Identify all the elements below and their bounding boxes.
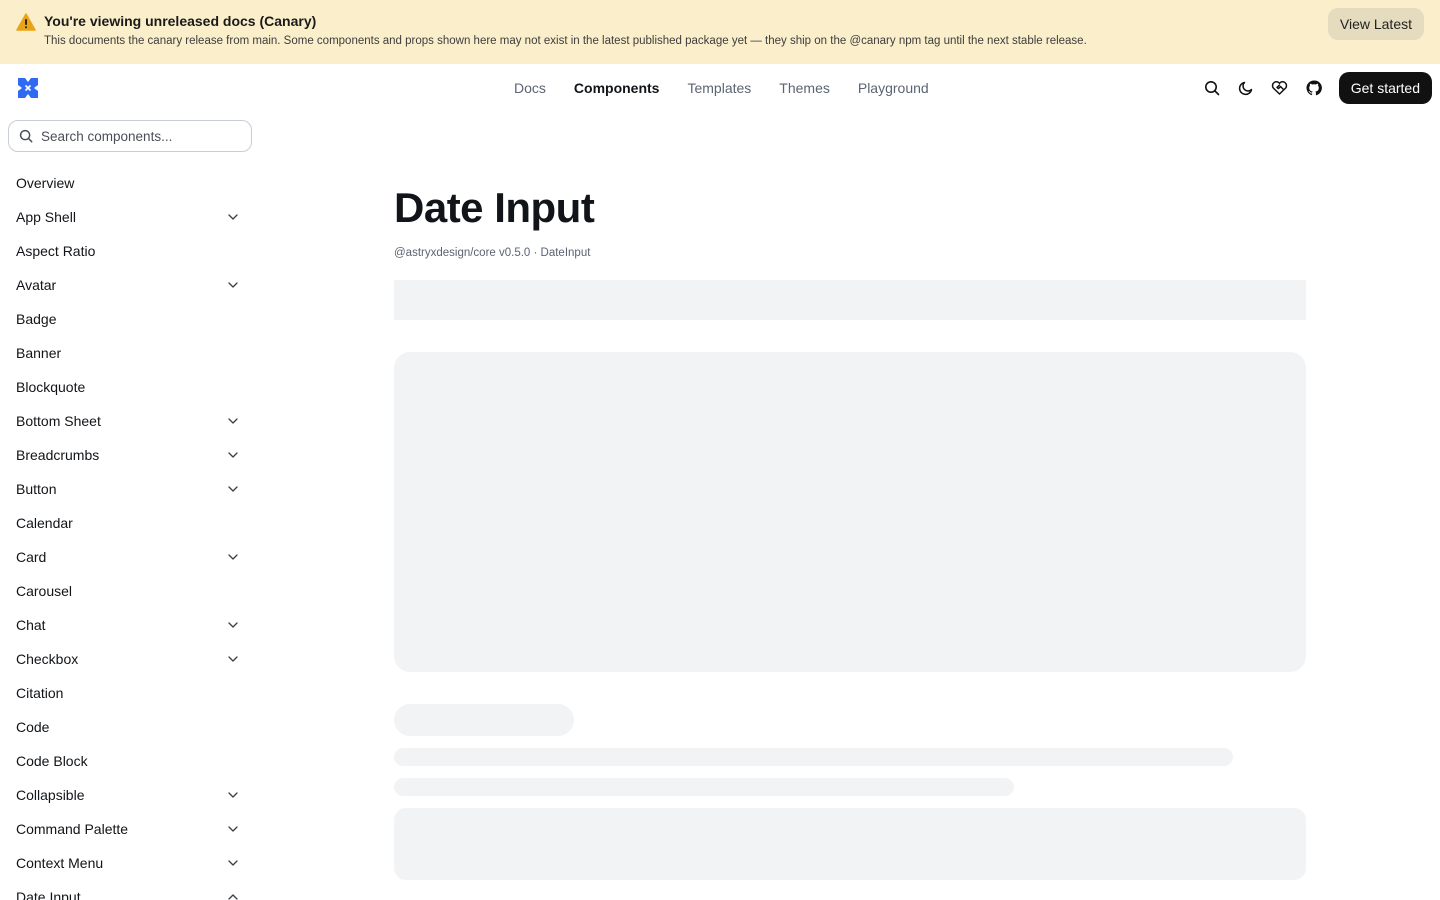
loading-skeleton-preview [394, 352, 1306, 672]
chevron-down-icon [228, 452, 238, 458]
package-meta: @astryxdesign/core v0.5.0 · DateInput [394, 247, 591, 259]
banner-title: You're viewing unreleased docs (Canary) [44, 13, 317, 29]
sidebar-item-calendar[interactable]: Calendar [0, 506, 260, 540]
sidebar-item-label: Card [16, 549, 47, 565]
sidebar-item-label: Breadcrumbs [16, 447, 100, 463]
sidebar-item-avatar[interactable]: Avatar [0, 268, 260, 302]
loading-skeleton-heading [394, 704, 574, 736]
view-latest-button[interactable]: View Latest [1327, 8, 1424, 40]
main-content: Date Input @astryxdesign/core v0.5.0 · D… [394, 112, 1306, 900]
top-header: Docs Components Templates Themes Playgro… [0, 64, 1440, 112]
loading-skeleton-line [394, 778, 1014, 796]
search-icon [19, 129, 33, 143]
sidebar-item-aspect-ratio[interactable]: Aspect Ratio [0, 234, 260, 268]
sidebar-item-label: Context Menu [16, 855, 104, 871]
sidebar-item-label: Date Input [16, 889, 81, 900]
sponsor-button[interactable] [1263, 72, 1297, 104]
theme-toggle-button[interactable] [1229, 72, 1263, 104]
nav-playground[interactable]: Playground [858, 80, 929, 96]
sidebar-nav-list: Overview App Shell Aspect Ratio Avatar Badge… [0, 166, 260, 900]
get-started-button[interactable]: Get started [1338, 72, 1432, 104]
sidebar-item-command-palette[interactable]: Command Palette [0, 812, 260, 846]
logo-icon[interactable] [16, 76, 40, 100]
sidebar-item-label: Aspect Ratio [16, 243, 96, 259]
loading-skeleton-block [394, 808, 1306, 880]
component-search[interactable] [8, 120, 252, 152]
github-icon [1306, 80, 1322, 96]
main-nav: Docs Components Templates Themes Playgro… [514, 80, 929, 96]
sidebar-item-label: Badge [16, 311, 57, 327]
sidebar-item-citation[interactable]: Citation [0, 676, 260, 710]
sidebar-item-bottom-sheet[interactable]: Bottom Sheet [0, 404, 260, 438]
chevron-down-icon [228, 792, 238, 798]
sidebar-item-label: Banner [16, 345, 62, 361]
canary-banner: You're viewing unreleased docs (Canary) … [0, 0, 1440, 64]
sidebar-item-label: Avatar [16, 277, 57, 293]
sidebar-item-label: App Shell [16, 209, 76, 225]
nav-docs[interactable]: Docs [514, 80, 546, 96]
nav-components[interactable]: Components [574, 80, 660, 96]
sidebar-item-collapsible[interactable]: Collapsible [0, 778, 260, 812]
header-actions: Get started [1195, 72, 1432, 104]
sidebar-item-card[interactable]: Card [0, 540, 260, 574]
page-title: Date Input [394, 184, 595, 231]
sidebar-item-code-block[interactable]: Code Block [0, 744, 260, 778]
sidebar-item-label: Chat [16, 617, 46, 633]
chevron-down-icon [228, 486, 238, 492]
chevron-down-icon [228, 622, 238, 628]
sidebar-item-label: Bottom Sheet [16, 413, 101, 429]
loading-skeleton-bar [394, 280, 1306, 320]
sidebar-item-label: Command Palette [16, 821, 129, 837]
sidebar-item-label: Overview [16, 175, 75, 191]
sidebar-item-badge[interactable]: Badge [0, 302, 260, 336]
search-button[interactable] [1195, 72, 1229, 104]
sidebar-item-label: Code [16, 719, 50, 735]
search-icon [1204, 81, 1220, 96]
sidebar-item-chat[interactable]: Chat [0, 608, 260, 642]
chevron-down-icon [228, 554, 238, 560]
github-button[interactable] [1297, 72, 1331, 104]
nav-themes[interactable]: Themes [779, 80, 830, 96]
heart-handshake-icon [1272, 81, 1288, 95]
sidebar-item-breadcrumbs[interactable]: Breadcrumbs [0, 438, 260, 472]
chevron-down-icon [228, 656, 238, 662]
sidebar-item-label: Checkbox [16, 651, 79, 667]
sidebar-item-context-menu[interactable]: Context Menu [0, 846, 260, 880]
banner-description: This documents the canary release from m… [44, 35, 1087, 47]
sidebar-item-app-shell[interactable]: App Shell [0, 200, 260, 234]
sidebar-item-button[interactable]: Button [0, 472, 260, 506]
sidebar-item-date-input[interactable]: Date Input [0, 880, 260, 900]
nav-templates[interactable]: Templates [687, 80, 751, 96]
sidebar-item-blockquote[interactable]: Blockquote [0, 370, 260, 404]
sidebar-item-label: Carousel [16, 583, 73, 599]
chevron-down-icon [228, 860, 238, 866]
chevron-up-icon [228, 894, 238, 900]
chevron-down-icon [228, 826, 238, 832]
loading-skeleton-line [394, 748, 1233, 766]
sidebar-item-label: Calendar [16, 515, 73, 531]
search-input[interactable] [41, 128, 231, 144]
sidebar-item-label: Blockquote [16, 379, 86, 395]
sidebar-item-banner[interactable]: Banner [0, 336, 260, 370]
warning-icon [16, 13, 36, 31]
sidebar-item-checkbox[interactable]: Checkbox [0, 642, 260, 676]
chevron-down-icon [228, 418, 238, 424]
sidebar-item-overview[interactable]: Overview [0, 166, 260, 200]
sidebar-item-carousel[interactable]: Carousel [0, 574, 260, 608]
chevron-down-icon [228, 214, 238, 220]
sidebar-item-label: Code Block [16, 753, 88, 769]
sidebar-item-label: Button [16, 481, 57, 497]
moon-icon [1238, 81, 1252, 96]
sidebar-item-label: Collapsible [16, 787, 85, 803]
sidebar-item-label: Citation [16, 685, 64, 701]
sidebar-item-code[interactable]: Code [0, 710, 260, 744]
chevron-down-icon [228, 282, 238, 288]
component-sidebar: Overview App Shell Aspect Ratio Avatar Badge… [0, 112, 260, 900]
